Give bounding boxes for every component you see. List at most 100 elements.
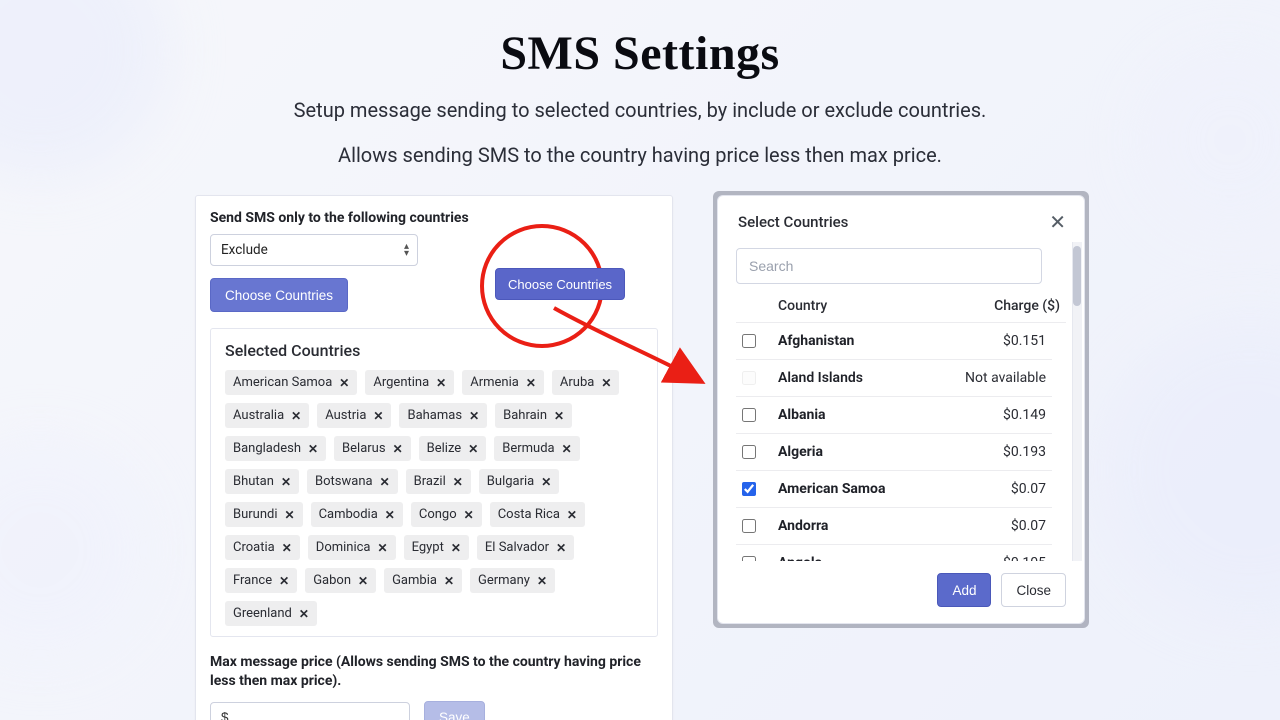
selected-countries-panel: Selected Countries American Samoa✕Argent… bbox=[210, 328, 658, 637]
remove-chip-icon[interactable]: ✕ bbox=[308, 442, 318, 456]
country-chip: Costa Rica✕ bbox=[490, 502, 585, 527]
country-chip-label: Greenland bbox=[233, 606, 292, 621]
remove-chip-icon[interactable]: ✕ bbox=[562, 442, 572, 456]
page-subtitle-1: Setup message sending to selected countr… bbox=[0, 95, 1280, 126]
country-row: Afghanistan$0.151 bbox=[736, 323, 1052, 359]
page-title: SMS Settings bbox=[0, 26, 1280, 81]
country-chip-label: Bahrain bbox=[503, 408, 547, 423]
country-chip-label: Germany bbox=[478, 573, 530, 588]
remove-chip-icon[interactable]: ✕ bbox=[436, 376, 446, 390]
annotation-choose-button-wrap: Choose Countries bbox=[495, 268, 625, 300]
modal-scrollbar[interactable] bbox=[1072, 242, 1082, 561]
country-chip-label: Belarus bbox=[342, 441, 386, 456]
country-name: Afghanistan bbox=[778, 333, 991, 349]
country-chip-label: Aruba bbox=[560, 375, 594, 390]
remove-chip-icon[interactable]: ✕ bbox=[556, 541, 566, 555]
search-input[interactable] bbox=[736, 248, 1042, 284]
country-checkbox[interactable] bbox=[742, 408, 756, 422]
country-chip-label: Armenia bbox=[470, 375, 519, 390]
save-button-label: Save bbox=[439, 710, 470, 720]
country-chip: Egypt ✕ bbox=[404, 535, 469, 560]
country-name: Algeria bbox=[778, 444, 991, 460]
page-subtitle-2: Allows sending SMS to the country having… bbox=[0, 140, 1280, 171]
remove-chip-icon[interactable]: ✕ bbox=[541, 475, 551, 489]
remove-chip-icon[interactable]: ✕ bbox=[373, 409, 383, 423]
add-button-label: Add bbox=[952, 583, 976, 598]
close-icon[interactable]: ✕ bbox=[1049, 212, 1066, 232]
country-chip-label: Brazil bbox=[414, 474, 446, 489]
remove-chip-icon[interactable]: ✕ bbox=[285, 508, 295, 522]
country-chip: Armenia ✕ bbox=[462, 370, 544, 395]
remove-chip-icon[interactable]: ✕ bbox=[299, 607, 309, 621]
country-chip: Bhutan ✕ bbox=[225, 469, 299, 494]
country-charge: $0.07 bbox=[1011, 481, 1046, 497]
remove-chip-icon[interactable]: ✕ bbox=[554, 409, 564, 423]
country-chip-label: Burundi bbox=[233, 507, 278, 522]
country-chip-label: Congo bbox=[419, 507, 457, 522]
remove-chip-icon[interactable]: ✕ bbox=[281, 475, 291, 489]
remove-chip-icon[interactable]: ✕ bbox=[444, 574, 454, 588]
remove-chip-icon[interactable]: ✕ bbox=[385, 508, 395, 522]
max-price-caption: Max message price (Allows sending SMS to… bbox=[210, 653, 658, 691]
country-row: Andorra$0.07 bbox=[736, 508, 1052, 544]
country-checkbox[interactable] bbox=[742, 482, 756, 496]
remove-chip-icon[interactable]: ✕ bbox=[380, 475, 390, 489]
country-chip: France✕ bbox=[225, 568, 297, 593]
country-chip: Belarus ✕ bbox=[334, 436, 411, 461]
country-chip: Cambodia ✕ bbox=[311, 502, 403, 527]
country-chip-label: Gambia bbox=[392, 573, 437, 588]
col-charge: Charge ($) bbox=[994, 298, 1060, 314]
chevron-updown-icon: ▴▾ bbox=[404, 243, 409, 257]
country-name: Aland Islands bbox=[778, 370, 953, 386]
max-price-input[interactable] bbox=[210, 702, 410, 720]
remove-chip-icon[interactable]: ✕ bbox=[453, 475, 463, 489]
country-chip-label: El Salvador bbox=[485, 540, 549, 555]
country-chip: American Samoa✕ bbox=[225, 370, 357, 395]
select-countries-modal: Select Countries ✕ Country Charge ($) Af… bbox=[717, 195, 1085, 624]
country-chip-label: Croatia bbox=[233, 540, 275, 555]
country-chip-label: Bhutan bbox=[233, 474, 274, 489]
country-chip-label: Cambodia bbox=[319, 507, 378, 522]
annotation-choose-countries-button[interactable]: Choose Countries bbox=[495, 268, 625, 300]
country-name: Andorra bbox=[778, 518, 999, 534]
remove-chip-icon[interactable]: ✕ bbox=[282, 541, 292, 555]
country-chip: El Salvador ✕ bbox=[477, 535, 574, 560]
choose-countries-button[interactable]: Choose Countries bbox=[210, 278, 348, 312]
country-checkbox[interactable] bbox=[742, 556, 756, 561]
remove-chip-icon[interactable]: ✕ bbox=[468, 442, 478, 456]
country-chip: Bangladesh✕ bbox=[225, 436, 326, 461]
filter-mode-select[interactable]: Exclude ▴▾ bbox=[210, 234, 418, 266]
remove-chip-icon[interactable]: ✕ bbox=[469, 409, 479, 423]
country-chip: Germany ✕ bbox=[470, 568, 555, 593]
country-chip: Australia✕ bbox=[225, 403, 309, 428]
select-countries-modal-wrap: Select Countries ✕ Country Charge ($) Af… bbox=[717, 195, 1085, 624]
remove-chip-icon[interactable]: ✕ bbox=[567, 508, 577, 522]
country-checkbox[interactable] bbox=[742, 445, 756, 459]
close-button[interactable]: Close bbox=[1001, 573, 1066, 607]
country-chip: Gabon✕ bbox=[305, 568, 376, 593]
remove-chip-icon[interactable]: ✕ bbox=[291, 409, 301, 423]
remove-chip-icon[interactable]: ✕ bbox=[339, 376, 349, 390]
country-charge: Not available bbox=[965, 370, 1046, 386]
country-chip: Botswana✕ bbox=[307, 469, 398, 494]
remove-chip-icon[interactable]: ✕ bbox=[279, 574, 289, 588]
remove-chip-icon[interactable]: ✕ bbox=[601, 376, 611, 390]
country-checkbox[interactable] bbox=[742, 519, 756, 533]
remove-chip-icon[interactable]: ✕ bbox=[358, 574, 368, 588]
remove-chip-icon[interactable]: ✕ bbox=[451, 541, 461, 555]
choose-countries-label: Choose Countries bbox=[225, 288, 333, 303]
save-button[interactable]: Save bbox=[424, 701, 485, 720]
remove-chip-icon[interactable]: ✕ bbox=[378, 541, 388, 555]
country-chip: Brazil ✕ bbox=[406, 469, 471, 494]
filter-mode-value: Exclude bbox=[221, 242, 268, 258]
remove-chip-icon[interactable]: ✕ bbox=[393, 442, 403, 456]
country-chip-label: Egypt bbox=[412, 540, 444, 555]
country-chip: Greenland ✕ bbox=[225, 601, 317, 626]
remove-chip-icon[interactable]: ✕ bbox=[537, 574, 547, 588]
country-chip: Bahrain ✕ bbox=[495, 403, 572, 428]
remove-chip-icon[interactable]: ✕ bbox=[464, 508, 474, 522]
add-button[interactable]: Add bbox=[937, 573, 991, 607]
country-name: American Samoa bbox=[778, 481, 999, 497]
country-checkbox[interactable] bbox=[742, 334, 756, 348]
remove-chip-icon[interactable]: ✕ bbox=[526, 376, 536, 390]
